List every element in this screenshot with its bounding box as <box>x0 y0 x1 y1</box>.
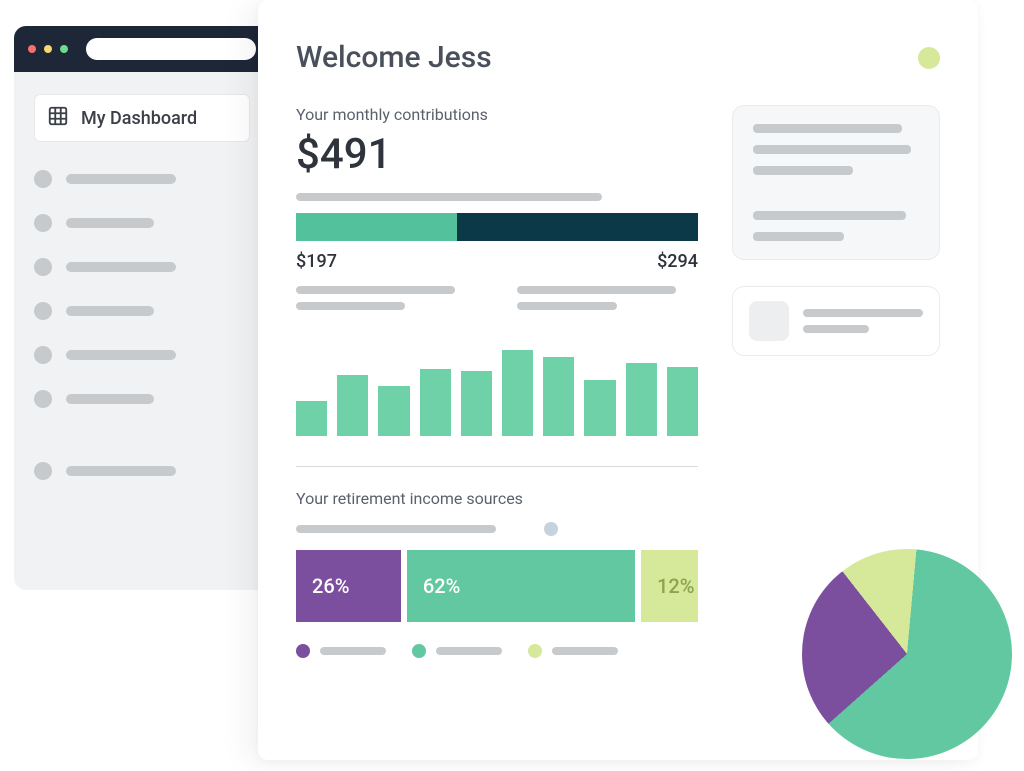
bar <box>420 369 451 436</box>
contribution-split-right <box>457 213 698 241</box>
legend-dot-icon <box>412 644 426 658</box>
contribution-left-value: $197 <box>296 251 337 272</box>
url-bar[interactable] <box>86 38 256 60</box>
mini-card[interactable] <box>732 286 940 356</box>
nav-line <box>66 466 176 476</box>
nav-dot-icon <box>34 214 52 232</box>
grid-icon <box>47 105 69 131</box>
nav-line <box>66 350 176 360</box>
legend-item <box>296 644 386 658</box>
legend-dot-icon <box>528 644 542 658</box>
bar <box>296 401 327 436</box>
header-row: Welcome Jess <box>296 40 940 75</box>
divider <box>296 466 698 467</box>
contributions-label: Your monthly contributions <box>296 105 698 124</box>
window-maximize-dot[interactable] <box>60 45 68 53</box>
window-minimize-dot[interactable] <box>44 45 52 53</box>
bar <box>378 386 409 436</box>
legend-dot-icon <box>296 644 310 658</box>
nav-dot-icon <box>34 390 52 408</box>
browser-frame: My Dashboard <box>14 26 270 590</box>
nav-dot-icon <box>34 346 52 364</box>
retirement-source-segment: 26% <box>296 550 401 622</box>
bar <box>502 350 533 436</box>
contributions-section: Your monthly contributions $491 $197 $29… <box>296 105 698 658</box>
sidebar-item-label: My Dashboard <box>81 108 197 129</box>
sidebar-item-placeholder[interactable] <box>34 170 250 188</box>
legend-item <box>528 644 618 658</box>
retirement-label: Your retirement income sources <box>296 489 698 508</box>
contribution-split-bar <box>296 213 698 241</box>
contributions-total: $491 <box>296 130 698 179</box>
bar <box>584 380 615 436</box>
info-card[interactable] <box>732 105 940 260</box>
bar <box>337 375 368 436</box>
nav-dot-icon <box>34 170 52 188</box>
placeholder-line <box>296 525 496 533</box>
nav-line <box>66 306 154 316</box>
nav-dot-icon <box>34 258 52 276</box>
sidebar-item-placeholder[interactable] <box>34 462 250 480</box>
placeholder-row <box>296 522 698 536</box>
placeholder-group <box>296 286 698 310</box>
thumbnail-icon <box>749 301 789 341</box>
retirement-legend <box>296 644 698 658</box>
retirement-source-segment: 62% <box>407 550 635 622</box>
placeholder-line <box>296 193 602 201</box>
contribution-split-labels: $197 $294 <box>296 251 698 272</box>
legend-item <box>412 644 502 658</box>
nav-line <box>66 262 176 272</box>
contribution-right-value: $294 <box>657 251 698 272</box>
nav-dot-icon <box>34 302 52 320</box>
pie-icon <box>802 549 1012 759</box>
page-title: Welcome Jess <box>296 40 492 75</box>
bar <box>667 367 698 436</box>
dot-icon <box>544 522 558 536</box>
nav-line <box>66 218 154 228</box>
legend-line <box>320 647 386 655</box>
sidebar-item-placeholder[interactable] <box>34 214 250 232</box>
bar <box>461 371 492 436</box>
contributions-bar-chart <box>296 340 698 436</box>
nav-line <box>66 174 176 184</box>
browser-titlebar <box>14 26 270 72</box>
retirement-sources-bar: 26%62%12% <box>296 550 698 622</box>
sidebar-item-dashboard[interactable]: My Dashboard <box>34 94 250 142</box>
sidebar: My Dashboard <box>14 72 270 502</box>
nav-line <box>66 394 154 404</box>
retirement-pie-chart <box>802 549 1012 759</box>
legend-line <box>436 647 502 655</box>
bar <box>543 357 574 436</box>
retirement-source-segment: 12% <box>641 550 698 622</box>
sidebar-item-placeholder[interactable] <box>34 302 250 320</box>
sidebar-item-placeholder[interactable] <box>34 346 250 364</box>
nav-dot-icon <box>34 462 52 480</box>
sidebar-item-placeholder[interactable] <box>34 258 250 276</box>
window-close-dot[interactable] <box>28 45 36 53</box>
status-dot-icon <box>918 47 940 69</box>
contribution-split-left <box>296 213 457 241</box>
bar <box>626 363 657 436</box>
sidebar-item-placeholder[interactable] <box>34 390 250 408</box>
legend-line <box>552 647 618 655</box>
